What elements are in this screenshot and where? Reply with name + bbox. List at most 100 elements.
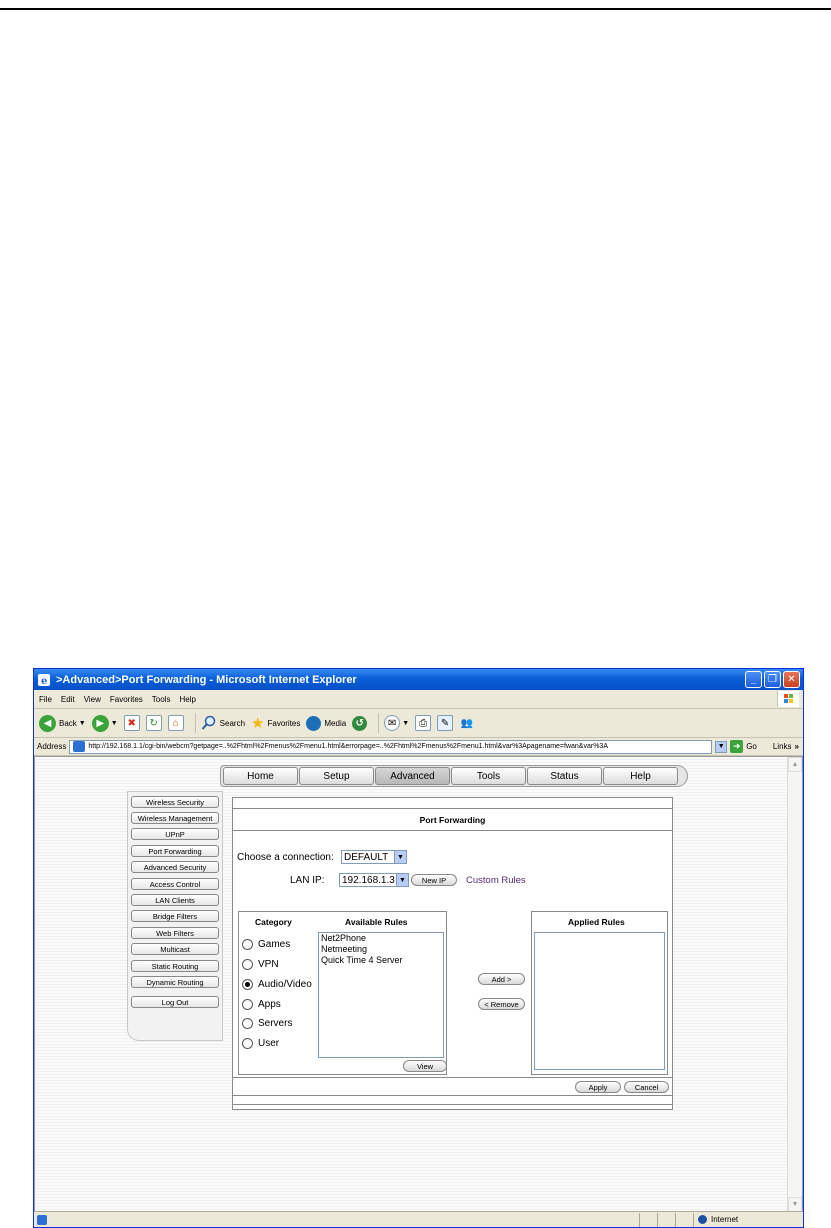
applied-rules-list[interactable] — [534, 932, 665, 1070]
history-button[interactable]: ↺ — [352, 715, 368, 731]
connection-label: Choose a connection: — [237, 852, 334, 863]
list-item[interactable]: Quick Time 4 Server — [319, 955, 443, 966]
sidebar-item-multicast[interactable]: Multicast — [131, 943, 219, 955]
radio-label: VPN — [258, 959, 279, 970]
new-ip-button[interactable]: New IP — [411, 874, 457, 886]
sidebar-item-wireless-management[interactable]: Wireless Management — [131, 812, 219, 824]
cancel-button[interactable]: Cancel — [624, 1081, 669, 1093]
sidebar-item-wireless-security[interactable]: Wireless Security — [131, 796, 219, 808]
applied-rules-box: Applied Rules — [531, 911, 668, 1075]
toolbar: ◀ Back ▼ ▶ ▼ ✖ ↻ ⌂ Search ★ Favorites Me… — [34, 709, 803, 738]
port-forwarding-panel: Port Forwarding Choose a connection: DEF… — [232, 797, 673, 1110]
vertical-scrollbar[interactable]: ▲ ▼ — [787, 757, 802, 1212]
sidebar-item-dynamic-routing[interactable]: Dynamic Routing — [131, 976, 219, 988]
tab-home[interactable]: Home — [223, 767, 298, 785]
sidebar-item-log-out[interactable]: Log Out — [131, 996, 219, 1008]
apply-button[interactable]: Apply — [575, 1081, 621, 1093]
sidebar-item-lan-clients[interactable]: LAN Clients — [131, 894, 219, 906]
sidebar-item-web-filters[interactable]: Web Filters — [131, 927, 219, 939]
scroll-up-icon[interactable]: ▲ — [788, 757, 802, 772]
remove-button[interactable]: < Remove — [478, 998, 525, 1010]
tab-help[interactable]: Help — [603, 767, 678, 785]
category-heading: Category — [255, 917, 292, 927]
forward-dropdown-icon[interactable]: ▼ — [111, 720, 118, 727]
back-button[interactable]: ◀ Back ▼ — [39, 714, 86, 732]
sidebar-item-upnp[interactable]: UPnP — [131, 828, 219, 840]
list-item[interactable]: Netmeeting — [319, 944, 443, 955]
mail-icon: ✉ — [384, 715, 401, 731]
edit-button[interactable]: ✎ — [437, 715, 454, 731]
radio-games[interactable]: Games — [242, 939, 290, 950]
radio-icon — [242, 1018, 253, 1029]
menu-view[interactable]: View — [84, 695, 101, 704]
tab-status[interactable]: Status — [527, 767, 602, 785]
mail-dropdown-icon[interactable]: ▼ — [402, 720, 409, 727]
radio-user[interactable]: User — [242, 1038, 279, 1049]
address-label: Address — [37, 742, 67, 751]
lanip-label: LAN IP: — [290, 875, 325, 886]
back-arrow-icon: ◀ — [39, 714, 56, 732]
close-button[interactable]: ✕ — [783, 671, 800, 688]
available-rules-list[interactable]: Net2Phone Netmeeting Quick Time 4 Server — [318, 932, 444, 1058]
address-dropdown-icon[interactable]: ▼ — [715, 740, 728, 753]
menu-file[interactable]: File — [39, 695, 52, 704]
forward-button[interactable]: ▶ ▼ — [91, 714, 118, 732]
category-box: Category Available Rules Games VPN Audio… — [238, 911, 447, 1075]
radio-audio-video[interactable]: Audio/Video — [242, 979, 312, 990]
maximize-button[interactable]: ❐ — [764, 671, 781, 688]
lanip-select[interactable]: 192.168.1.3 ▼ — [339, 873, 409, 887]
list-item[interactable]: Net2Phone — [319, 933, 443, 944]
sidebar-item-static-routing[interactable]: Static Routing — [131, 960, 219, 972]
minimize-button[interactable]: _ — [745, 671, 762, 688]
media-label: Media — [324, 718, 347, 728]
custom-rules-link[interactable]: Custom Rules — [466, 875, 526, 886]
radio-label: Servers — [258, 1018, 293, 1029]
home-button[interactable]: ⌂ — [167, 715, 184, 731]
connection-select[interactable]: DEFAULT ▼ — [341, 850, 407, 864]
lanip-value: 192.168.1.3 — [342, 874, 395, 886]
radio-label: Apps — [258, 999, 281, 1010]
add-button[interactable]: Add > — [478, 973, 525, 985]
search-label: Search — [219, 718, 246, 728]
links-chevron-icon[interactable]: » — [795, 742, 799, 751]
print-button[interactable]: ⎙ — [415, 715, 432, 731]
favorites-button[interactable]: ★ Favorites — [251, 716, 300, 731]
radio-icon — [242, 999, 253, 1010]
title-bar[interactable]: e >Advanced>Port Forwarding - Microsoft … — [34, 669, 803, 690]
back-dropdown-icon[interactable]: ▼ — [79, 720, 86, 727]
links-label[interactable]: Links — [773, 742, 792, 751]
sidebar-item-port-forwarding[interactable]: Port Forwarding — [131, 845, 219, 857]
view-button[interactable]: View — [403, 1060, 447, 1072]
sidebar-item-access-control[interactable]: Access Control — [131, 878, 219, 890]
page-title: Port Forwarding — [233, 808, 672, 831]
scroll-down-icon[interactable]: ▼ — [788, 1197, 802, 1212]
menu-tools[interactable]: Tools — [152, 695, 171, 704]
search-button[interactable]: Search — [201, 715, 245, 731]
radio-servers[interactable]: Servers — [242, 1018, 292, 1029]
go-button[interactable]: ➜ Go — [730, 740, 757, 753]
media-button[interactable]: Media — [306, 715, 347, 731]
tab-setup[interactable]: Setup — [299, 767, 374, 785]
menu-help[interactable]: Help — [179, 695, 195, 704]
sidebar-item-bridge-filters[interactable]: Bridge Filters — [131, 910, 219, 922]
available-rules-heading: Available Rules — [345, 917, 408, 927]
forward-arrow-icon: ▶ — [91, 714, 109, 732]
address-input[interactable]: http://192.168.1.1/cgi-bin/webcm?getpage… — [69, 739, 713, 754]
messenger-button[interactable]: 👥 — [459, 715, 475, 731]
stop-button[interactable]: ✖ — [123, 715, 140, 731]
tab-tools[interactable]: Tools — [451, 767, 526, 785]
applied-rules-heading: Applied Rules — [568, 917, 625, 927]
tab-advanced[interactable]: Advanced — [375, 767, 450, 785]
status-bar: Internet — [34, 1211, 803, 1227]
browser-content: Home Setup Advanced Tools Status Help Wi… — [34, 756, 803, 1213]
connection-value: DEFAULT — [344, 851, 389, 863]
mail-button[interactable]: ✉ ▼ — [384, 715, 409, 731]
print-icon: ⎙ — [415, 715, 432, 731]
refresh-button[interactable]: ↻ — [145, 715, 162, 731]
security-zone: Internet — [693, 1212, 803, 1227]
radio-apps[interactable]: Apps — [242, 999, 281, 1010]
menu-edit[interactable]: Edit — [61, 695, 75, 704]
menu-favorites[interactable]: Favorites — [110, 695, 143, 704]
radio-vpn[interactable]: VPN — [242, 959, 279, 970]
sidebar-item-advanced-security[interactable]: Advanced Security — [131, 861, 219, 873]
